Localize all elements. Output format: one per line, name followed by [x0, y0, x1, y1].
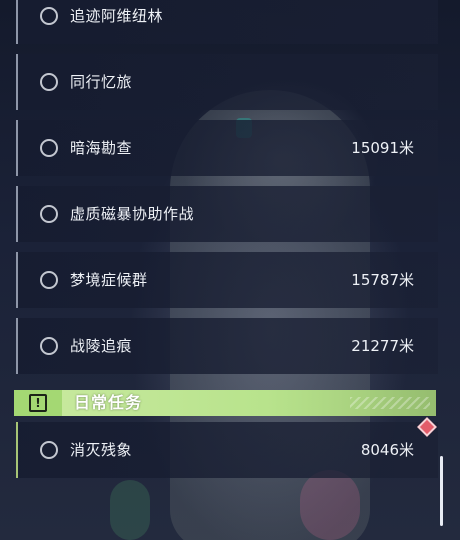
quest-name: 梦境症候群 [70, 271, 148, 289]
quest-status-circle-icon [40, 441, 58, 459]
quest-distance: 15787米 [351, 271, 414, 289]
quest-distance: 8046米 [360, 441, 414, 459]
quest-status-circle-icon [40, 205, 58, 223]
header-decoration [350, 397, 430, 409]
daily-quests-title: 日常任务 [74, 393, 143, 412]
quest-status-circle-icon [40, 271, 58, 289]
quest-name: 同行忆旅 [70, 73, 133, 91]
list-scrollbar-thumb[interactable] [440, 456, 443, 526]
quest-row[interactable]: 战陵追痕 21277米 [16, 318, 438, 374]
quest-status-circle-icon [40, 73, 58, 91]
quest-name: 虚质磁暴协助作战 [70, 205, 195, 223]
quest-row[interactable]: 虚质磁暴协助作战 [16, 186, 438, 242]
exclamation-icon: ! [29, 394, 47, 412]
quest-row[interactable]: 同行忆旅 [16, 54, 438, 110]
quest-list: 追迹阿维纽林 同行忆旅 暗海勘查 15091米 虚质磁暴协助作战 梦境症候群 1… [0, 0, 460, 540]
daily-quests-header[interactable]: ! 日常任务 [14, 390, 436, 416]
quest-name: 消灭残象 [70, 441, 133, 459]
quest-status-circle-icon [40, 139, 58, 157]
quest-row[interactable]: 梦境症候群 15787米 [16, 252, 438, 308]
quest-name: 追迹阿维纽林 [70, 7, 164, 25]
quest-name: 战陵追痕 [70, 337, 133, 355]
quest-row[interactable]: 暗海勘查 15091米 [16, 120, 438, 176]
quest-distance: 15091米 [351, 139, 414, 157]
quest-status-circle-icon [40, 337, 58, 355]
quest-name: 暗海勘查 [70, 139, 133, 157]
quest-status-circle-icon [40, 7, 58, 25]
daily-quest-row[interactable]: 消灭残象 8046米 [16, 422, 438, 478]
quest-distance: 21277米 [351, 337, 414, 355]
daily-quests-badge: ! [14, 390, 62, 416]
quest-row[interactable]: 追迹阿维纽林 [16, 0, 438, 44]
